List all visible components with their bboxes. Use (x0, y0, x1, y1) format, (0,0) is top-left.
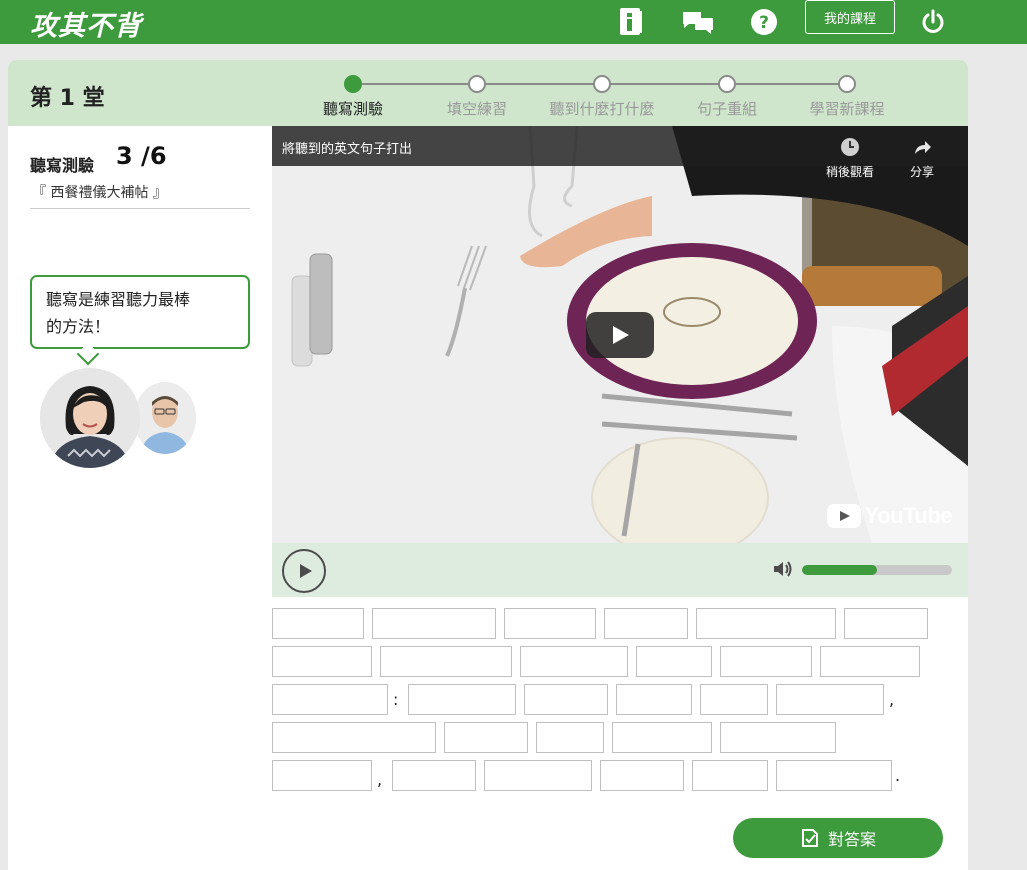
top-navigation-bar: 攻其不背 ? 我的課程 (0, 0, 1027, 44)
svg-text:?: ? (759, 13, 769, 33)
volume-level (802, 565, 877, 575)
answer-word-input[interactable] (776, 760, 892, 791)
watch-later-label: 稍後觀看 (825, 165, 874, 179)
video-play-button[interactable] (586, 312, 654, 358)
answer-word-input[interactable] (536, 722, 604, 753)
check-answer-label: 對答案 (827, 830, 876, 849)
audio-play-button[interactable] (282, 549, 326, 593)
divider (30, 208, 250, 209)
chat-icon[interactable] (680, 0, 716, 44)
check-document-icon (801, 829, 818, 847)
answer-word-input[interactable] (272, 646, 372, 677)
answer-word-input[interactable] (272, 760, 372, 791)
step-dot-fill-blank[interactable] (468, 75, 486, 93)
volume-slider[interactable] (802, 565, 952, 575)
youtube-logo[interactable]: YouTube (826, 503, 953, 529)
step-dot-sentence-reorder[interactable] (718, 75, 736, 93)
answer-word-input[interactable] (272, 722, 436, 753)
clock-icon (841, 138, 859, 156)
answer-word-input[interactable] (392, 760, 476, 791)
my-course-button[interactable]: 我的課程 (805, 0, 895, 34)
speech-bubble-line2: 的方法！ (46, 317, 111, 336)
answer-word-input[interactable] (636, 646, 712, 677)
answer-word-input[interactable] (612, 722, 712, 753)
audio-controls (272, 543, 968, 597)
answer-word-input[interactable] (272, 684, 388, 715)
answer-word-input[interactable] (520, 646, 628, 677)
answer-word-input[interactable] (524, 684, 608, 715)
step-label-new-lesson[interactable]: 學習新課程 (782, 98, 912, 119)
answer-word-input[interactable] (604, 608, 688, 639)
video-player[interactable]: 將聽到的英文句子打出 稍後觀看 分享 YouTube (272, 126, 968, 543)
step-label-sentence-reorder[interactable]: 句子重組 (662, 98, 792, 119)
step-dot-type-what-you-hear[interactable] (593, 75, 611, 93)
quiz-progress-count: 3 /6 (116, 142, 167, 170)
steps-connector (736, 83, 846, 85)
lesson-header: 第 1 堂 聽寫測驗 填空練習 聽到什麼打什麼 句子重組 學習新課程 (8, 60, 968, 126)
youtube-wordmark: YouTube (864, 503, 953, 528)
video-title-bar: 將聽到的英文句子打出 稍後觀看 分享 (272, 126, 968, 179)
step-label-type-what-you-hear[interactable]: 聽到什麼打什麼 (537, 98, 667, 119)
answer-word-input[interactable] (272, 608, 364, 639)
check-answer-button[interactable]: 對答案 (733, 818, 943, 858)
volume-icon[interactable] (772, 559, 794, 583)
step-dot-new-lesson[interactable] (838, 75, 856, 93)
play-icon (613, 326, 629, 344)
answer-word-input[interactable] (720, 722, 836, 753)
avatar-teacher-man (134, 382, 196, 454)
answer-word-input[interactable] (696, 608, 836, 639)
speech-bubble: 聽寫是練習聽力最棒 的方法！ (30, 275, 250, 349)
watch-later-button[interactable]: 稍後觀看 (820, 136, 880, 180)
share-arrow-icon (915, 141, 931, 154)
quiz-topic: 『 西餐禮儀大補帖 』 (32, 185, 167, 201)
answer-word-input[interactable] (616, 684, 692, 715)
progress-steps: 聽寫測驗 填空練習 聽到什麼打什麼 句子重組 學習新課程 (8, 60, 968, 126)
youtube-play-icon (826, 504, 861, 528)
answer-word-input[interactable] (504, 608, 596, 639)
answer-word-input[interactable] (720, 646, 812, 677)
answer-word-input[interactable] (700, 684, 768, 715)
punctuation-comma: , (377, 770, 383, 789)
answer-word-input[interactable] (484, 760, 592, 791)
quiz-title: 聽寫測驗 (30, 156, 95, 175)
answer-word-input[interactable] (444, 722, 528, 753)
share-label: 分享 (909, 165, 934, 179)
lesson-card: 第 1 堂 聽寫測驗 填空練習 聽到什麼打什麼 句子重組 學習新課程 聽寫測驗 … (8, 60, 968, 870)
site-logo[interactable]: 攻其不背 (30, 4, 142, 43)
answer-word-input[interactable] (776, 684, 884, 715)
answer-word-input[interactable] (380, 646, 512, 677)
answer-word-input[interactable] (820, 646, 920, 677)
punctuation-colon: : (393, 690, 399, 709)
steps-connector (362, 83, 726, 85)
step-dot-dictation[interactable] (344, 75, 362, 93)
punctuation-period: . (895, 766, 901, 785)
answer-word-input[interactable] (600, 760, 684, 791)
answer-word-input[interactable] (844, 608, 928, 639)
answer-word-input[interactable] (692, 760, 768, 791)
share-button[interactable]: 分享 (892, 136, 952, 180)
step-label-fill-blank[interactable]: 填空練習 (412, 98, 542, 119)
help-icon[interactable]: ? (749, 0, 779, 44)
info-book-icon[interactable] (616, 0, 646, 44)
avatar-teacher-woman (40, 368, 140, 468)
speech-bubble-line1: 聽寫是練習聽力最棒 (46, 290, 191, 309)
play-icon (300, 564, 312, 578)
punctuation-comma: , (889, 690, 895, 709)
step-label-dictation[interactable]: 聽寫測驗 (288, 98, 418, 119)
power-icon[interactable] (918, 0, 948, 44)
answer-word-input[interactable] (408, 684, 516, 715)
answer-word-input[interactable] (372, 608, 496, 639)
video-title: 將聽到的英文句子打出 (282, 142, 413, 157)
